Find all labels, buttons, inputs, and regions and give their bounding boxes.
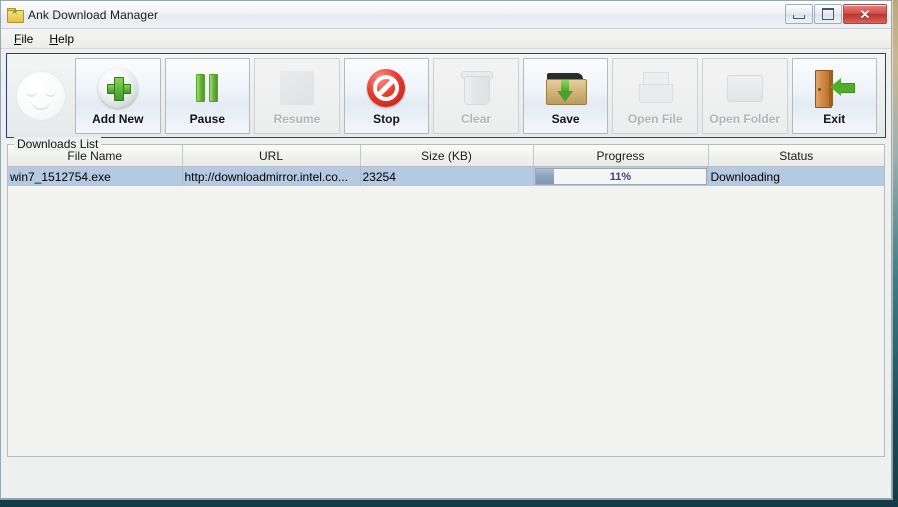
downloads-list-panel: Downloads List File Name URL Size (KB) P… bbox=[7, 137, 885, 457]
resume-button: Resume bbox=[254, 57, 340, 134]
column-header-size[interactable]: Size (KB) bbox=[360, 145, 534, 167]
menu-item-help[interactable]: Help bbox=[42, 31, 81, 47]
downloads-table: File Name URL Size (KB) Progress Status … bbox=[8, 145, 885, 186]
exit-door-icon bbox=[811, 68, 857, 108]
cell-file-name: win7_1512754.exe bbox=[8, 166, 183, 186]
menu-bar: File Help bbox=[1, 29, 891, 49]
stop-label: Stop bbox=[373, 111, 400, 126]
maximize-button[interactable] bbox=[814, 4, 842, 24]
toolbar: Add New Pause Resume Stop Clear Save Ope… bbox=[6, 53, 886, 138]
menu-item-help-label: elp bbox=[58, 31, 75, 46]
cell-status: Downloading bbox=[708, 166, 885, 186]
maximize-icon bbox=[822, 8, 834, 20]
pause-icon bbox=[184, 68, 230, 108]
smiley-icon bbox=[17, 71, 65, 120]
add-new-label: Add New bbox=[92, 111, 144, 126]
folder-icon bbox=[722, 68, 768, 108]
title-bar: Ank Download Manager ✕ bbox=[1, 1, 891, 29]
add-new-button[interactable]: Add New bbox=[75, 57, 161, 134]
window-title: Ank Download Manager bbox=[28, 7, 159, 22]
menu-item-file-label: ile bbox=[21, 31, 34, 46]
open-file-label: Open File bbox=[627, 111, 683, 126]
minimize-button[interactable] bbox=[785, 4, 813, 24]
add-plus-icon bbox=[95, 67, 141, 108]
close-button[interactable]: ✕ bbox=[843, 4, 887, 24]
exit-button[interactable]: Exit bbox=[791, 57, 878, 134]
open-folder-button: Open Folder bbox=[701, 57, 788, 134]
app-window: Ank Download Manager ✕ File Help Add New… bbox=[0, 0, 892, 499]
open-file-button: Open File bbox=[612, 57, 698, 134]
save-button[interactable]: Save bbox=[522, 57, 609, 134]
table-row[interactable]: win7_1512754.exe http://downloadmirror.i… bbox=[8, 166, 885, 186]
window-bottom-filler bbox=[1, 457, 891, 463]
resume-label: Resume bbox=[273, 111, 321, 126]
open-folder-label: Open Folder bbox=[709, 111, 781, 126]
progress-bar: 11% bbox=[534, 168, 707, 185]
column-header-status[interactable]: Status bbox=[708, 145, 884, 167]
save-label: Save bbox=[551, 111, 580, 126]
cell-progress: 11% bbox=[533, 166, 709, 186]
cell-url: http://downloadmirror.intel.co... bbox=[182, 166, 361, 186]
column-header-progress[interactable]: Progress bbox=[533, 145, 709, 167]
downloads-list-empty-area[interactable] bbox=[8, 186, 884, 456]
stop-button[interactable]: Stop bbox=[343, 57, 430, 134]
clear-label: Clear bbox=[461, 111, 492, 126]
pause-button[interactable]: Pause bbox=[164, 57, 251, 134]
cell-size: 23254 bbox=[360, 166, 534, 186]
resume-icon bbox=[274, 68, 320, 108]
document-icon bbox=[632, 68, 678, 108]
column-header-url[interactable]: URL bbox=[182, 145, 361, 167]
menu-item-file[interactable]: File bbox=[7, 31, 40, 47]
exit-label: Exit bbox=[823, 111, 846, 126]
close-icon: ✕ bbox=[859, 6, 871, 22]
save-folder-icon bbox=[543, 68, 589, 108]
progress-bar-label: 11% bbox=[609, 170, 632, 183]
window-controls: ✕ bbox=[785, 4, 887, 24]
clear-button: Clear bbox=[433, 57, 519, 134]
smiley-logo bbox=[13, 67, 69, 125]
pause-label: Pause bbox=[189, 111, 226, 126]
trash-icon bbox=[453, 68, 499, 108]
folder-icon bbox=[7, 8, 24, 23]
stop-icon bbox=[363, 68, 409, 108]
downloads-list-title: Downloads List bbox=[14, 137, 102, 151]
minimize-icon bbox=[793, 14, 805, 19]
table-header-row: File Name URL Size (KB) Progress Status bbox=[8, 145, 884, 167]
